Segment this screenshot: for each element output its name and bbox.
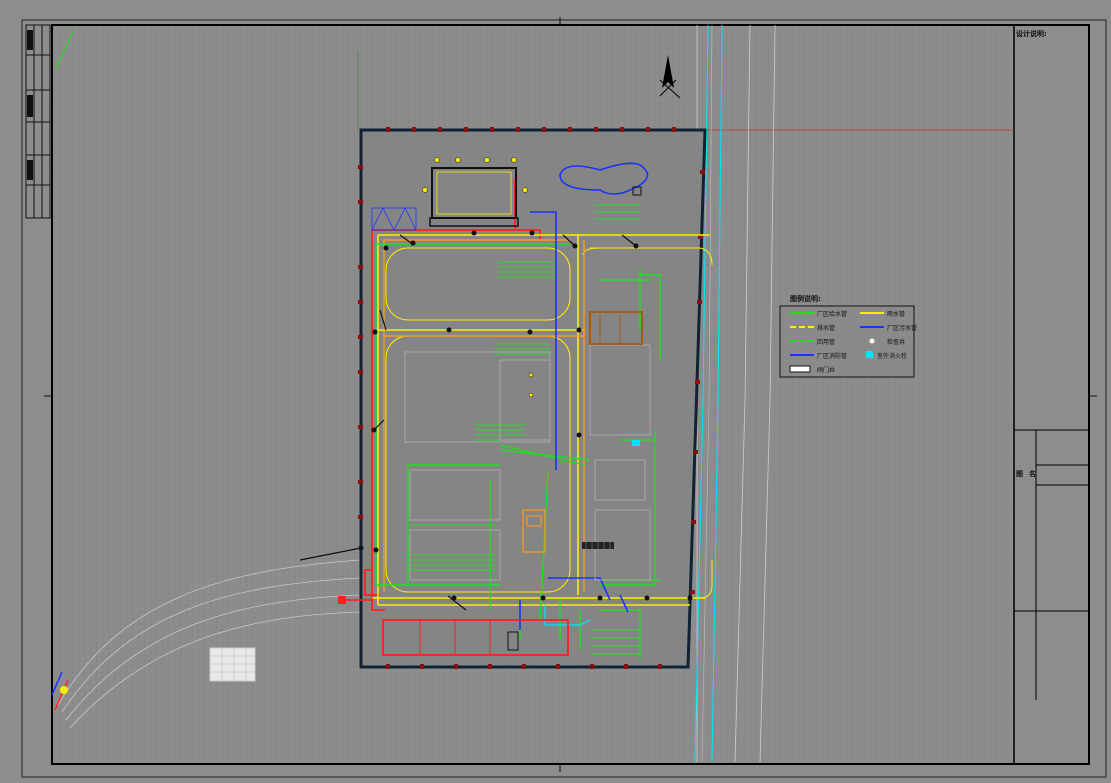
site-boundary <box>359 128 707 669</box>
legend-item-label: 厂区给水管 <box>817 311 848 318</box>
notes-title: 设计说明: <box>1016 30 1047 38</box>
revision-strip <box>25 24 51 219</box>
legend-item-label: 阀门井 <box>817 367 836 374</box>
legend-item-label: 厂区污水管 <box>887 325 918 332</box>
legend-title: 图例说明: <box>790 295 821 303</box>
drawing-sheet <box>0 0 1111 783</box>
hatched-area <box>209 647 256 682</box>
legend-item-label: 雨水管 <box>887 311 906 318</box>
legend-item-label: 排水管 <box>817 325 836 332</box>
drawing-name-label: 图名 <box>1016 470 1042 478</box>
legend-item-label: 回用管 <box>817 339 836 346</box>
legend-item-label: 检查井 <box>887 339 906 346</box>
legend-item-label: 室外消火栓 <box>877 353 908 360</box>
legend-item-label: 厂区消防管 <box>817 353 848 360</box>
